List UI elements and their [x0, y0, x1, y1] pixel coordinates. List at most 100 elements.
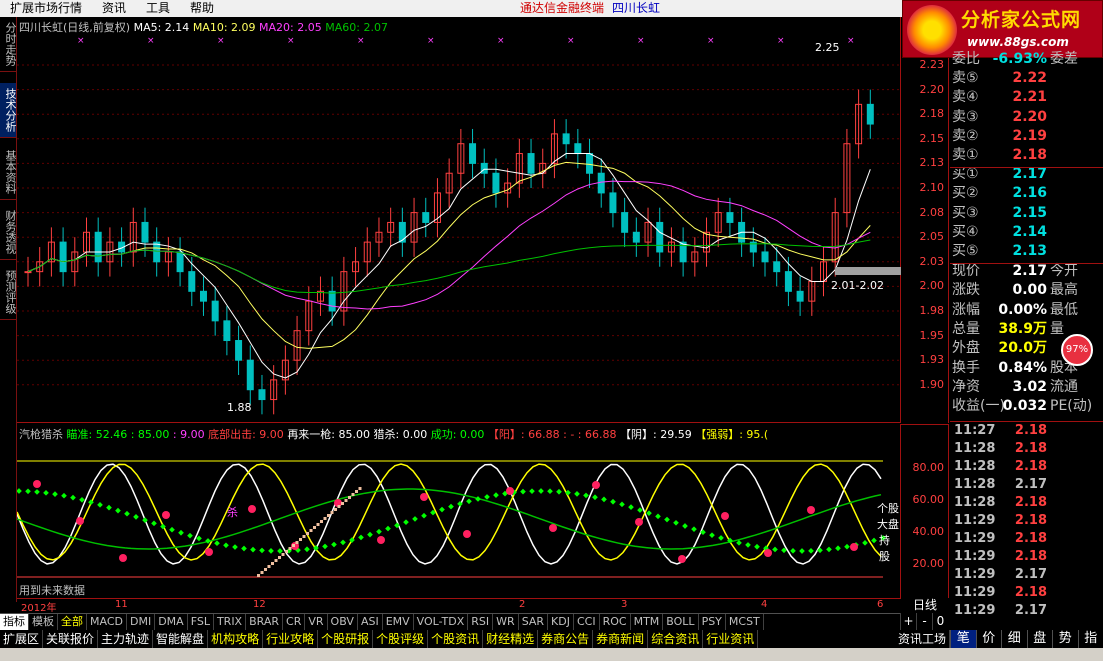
right-nav-tab[interactable]: 势: [1052, 630, 1078, 648]
tab-forecast[interactable]: 预测评级: [0, 265, 17, 320]
tick-row[interactable]: 11:29 2.18: [950, 584, 1103, 602]
right-nav-tab[interactable]: 盘: [1026, 630, 1053, 648]
indicator-panel[interactable]: 汽枪猎杀 瞄准: 52.46 : 85.00 : 9.00 底部出击: 9.00…: [16, 424, 901, 598]
tab-financial[interactable]: 财务透视: [0, 205, 17, 260]
tick-row[interactable]: 11:28 2.17: [950, 476, 1103, 494]
step-bar: [299, 538, 302, 541]
zoom-button[interactable]: -: [916, 613, 932, 630]
indicator-tab-psy[interactable]: PSY: [699, 614, 726, 630]
indicator-tab-dmi[interactable]: DMI: [127, 614, 156, 630]
tab-profile[interactable]: 基本资料: [0, 145, 17, 200]
tick-row[interactable]: 11:27 2.18: [950, 422, 1103, 440]
yellow-line: [16, 463, 882, 561]
menu-item-extended-market[interactable]: 扩展市场行情: [0, 0, 92, 17]
bottom-tab[interactable]: 券商新闻: [593, 630, 649, 648]
right-nav-tab[interactable]: 笔: [950, 630, 976, 648]
sell-level-row[interactable]: 卖⑤ 2.22: [950, 69, 1103, 88]
tick-row[interactable]: 11:28 2.18: [950, 494, 1103, 512]
menu-item-tools[interactable]: 工具: [136, 0, 180, 17]
stat-row[interactable]: 涨幅 0.00% 最低: [950, 301, 1103, 320]
sell-level-row[interactable]: 卖③ 2.20: [950, 108, 1103, 127]
bottom-tab[interactable]: 关联报价: [43, 630, 99, 648]
bottom-tab[interactable]: 综合资讯: [648, 630, 704, 648]
indicator-tab-cr[interactable]: CR: [283, 614, 306, 630]
stat-row[interactable]: 收益(一) 0.032 PE(动): [950, 397, 1103, 416]
bottom-tab[interactable]: 行业资讯: [703, 630, 759, 648]
indicator-tab-全部[interactable]: 全部: [58, 614, 87, 630]
indicator-tab-指标[interactable]: 指标: [0, 614, 29, 630]
indicator-tab-brar[interactable]: BRAR: [246, 614, 284, 630]
tick-row[interactable]: 11:28 2.18: [950, 440, 1103, 458]
tick-row[interactable]: 11:28 2.18: [950, 458, 1103, 476]
tick-price: 2.18: [1014, 531, 1047, 546]
indicator-tab-cci[interactable]: CCI: [574, 614, 600, 630]
menu-item-news[interactable]: 资讯: [92, 0, 136, 17]
tick-row[interactable]: 11:29 2.18: [950, 530, 1103, 548]
tick-price: 2.17: [1014, 603, 1047, 618]
bottom-tab[interactable]: 财经精选: [483, 630, 539, 648]
main-kline-panel[interactable]: × × × × × × × × × × × × 四川长虹(日线,前复权) MA5: 2.14 MA10…: [17, 17, 901, 423]
sell-level-row[interactable]: 卖② 2.19: [950, 127, 1103, 146]
percent-badge[interactable]: 97%: [1061, 334, 1093, 366]
tick-list[interactable]: 11:27 2.18 11:28 2.18 11:28 2.18 11:28 2.17 11:2…: [950, 422, 1103, 618]
zoom-button[interactable]: 0: [932, 613, 948, 630]
indicator-tab-mcst[interactable]: MCST: [726, 614, 764, 630]
buy-level-row[interactable]: 买③ 2.15: [950, 204, 1103, 223]
indicator-tab-emv[interactable]: EMV: [383, 614, 414, 630]
tick-row[interactable]: 11:29 2.17: [950, 602, 1103, 620]
indicator-tab-trix[interactable]: TRIX: [214, 614, 247, 630]
right-nav-tab[interactable]: 细: [1001, 630, 1027, 648]
bottom-tab[interactable]: 行业攻略: [263, 630, 319, 648]
stat-row[interactable]: 现价 2.17 今开: [950, 262, 1103, 281]
indicator-tab-mtm[interactable]: MTM: [631, 614, 664, 630]
bottom-tab[interactable]: 主力轨迹: [98, 630, 154, 648]
bottom-tab[interactable]: 个股研报: [318, 630, 374, 648]
indicator-tab-obv[interactable]: OBV: [328, 614, 358, 630]
bottom-tab[interactable]: 智能解盘: [153, 630, 209, 648]
indicator-chart[interactable]: [16, 424, 901, 598]
tick-row[interactable]: 11:29 2.17: [950, 566, 1103, 584]
right-nav-tab[interactable]: 指: [1077, 630, 1103, 648]
indicator-tab-wr[interactable]: WR: [493, 614, 519, 630]
sell-level-row[interactable]: 卖① 2.18: [950, 146, 1103, 165]
indicator-tab-asi[interactable]: ASI: [358, 614, 383, 630]
indicator-tab-rsi[interactable]: RSI: [468, 614, 494, 630]
indicator-tab-模板[interactable]: 模板: [29, 614, 58, 630]
indicator-tab-dma[interactable]: DMA: [155, 614, 188, 630]
tab-technical[interactable]: 技术分析: [0, 83, 17, 138]
buy-level-row[interactable]: 买② 2.16: [950, 184, 1103, 203]
green-dot: [133, 514, 139, 520]
sell-level-row[interactable]: 卖④ 2.21: [950, 88, 1103, 107]
buy-level-row[interactable]: 买④ 2.14: [950, 223, 1103, 242]
right-nav-tab[interactable]: 价: [975, 630, 1002, 648]
bottom-tab[interactable]: 券商公告: [538, 630, 594, 648]
stat-row[interactable]: 净资 3.02 流通: [950, 378, 1103, 397]
tick-row[interactable]: 11:29 2.18: [950, 512, 1103, 530]
tick-row[interactable]: 11:29 2.18: [950, 548, 1103, 566]
stat-row[interactable]: 涨跌 0.00 最高: [950, 281, 1103, 300]
quote-value: 0.00: [1012, 282, 1047, 299]
period-label[interactable]: 日线: [900, 598, 950, 613]
indicator-tab-sar[interactable]: SAR: [519, 614, 549, 630]
bottom-tab[interactable]: 资讯工场: [895, 630, 950, 648]
menu-item-help[interactable]: 帮助: [180, 0, 224, 17]
buy-level-row[interactable]: 买⑤ 2.13: [950, 242, 1103, 261]
zoom-button[interactable]: +: [900, 613, 916, 630]
bottom-tab[interactable]: 个股资讯: [428, 630, 484, 648]
indicator-tab-vol-tdx[interactable]: VOL-TDX: [414, 614, 469, 630]
signal-marker: ×: [357, 36, 365, 46]
bottom-tab[interactable]: 个股评级: [373, 630, 429, 648]
kline-chart[interactable]: × × × × × × × × × × × ×: [17, 17, 901, 423]
green-dot: [115, 507, 121, 514]
order-ratio-row[interactable]: 委比 -6.93% 委差: [950, 50, 1103, 69]
bottom-tab[interactable]: 机构攻略: [208, 630, 264, 648]
indicator-tab-vr[interactable]: VR: [305, 614, 328, 630]
bottom-tab[interactable]: 扩展区: [0, 630, 44, 648]
step-bar: [330, 511, 334, 514]
indicator-tab-fsl[interactable]: FSL: [188, 614, 214, 630]
indicator-tab-macd[interactable]: MACD: [87, 614, 127, 630]
indicator-tab-roc[interactable]: ROC: [600, 614, 631, 630]
indicator-tab-kdj[interactable]: KDJ: [548, 614, 574, 630]
tab-intraday[interactable]: 分时走势: [0, 17, 17, 72]
indicator-tab-boll[interactable]: BOLL: [663, 614, 699, 630]
